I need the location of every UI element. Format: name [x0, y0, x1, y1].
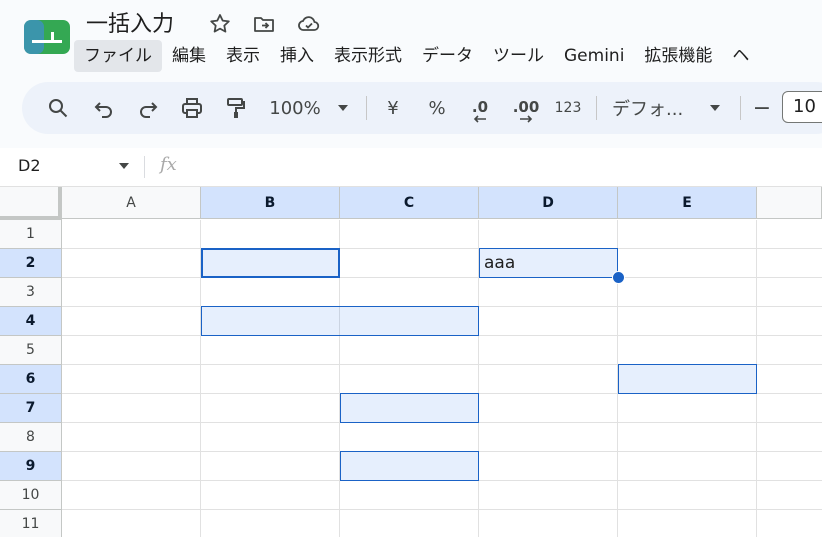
star-icon[interactable] [208, 12, 232, 36]
column-header-e[interactable]: E [618, 187, 757, 219]
move-folder-icon[interactable] [252, 12, 276, 36]
menu-format[interactable]: 表示形式 [324, 40, 412, 72]
row-header-2[interactable]: 2 [0, 249, 62, 278]
search-menu-button[interactable] [42, 82, 74, 134]
percent-button[interactable]: % [422, 82, 452, 134]
name-box[interactable]: D2 [18, 156, 41, 175]
sheet-grid: A B C D E 1 2 3 4 5 6 7 8 9 10 11 aaa [0, 187, 822, 537]
row-header-11[interactable]: 11 [0, 510, 62, 537]
percent-label: % [428, 97, 446, 119]
toolbar-divider [740, 96, 741, 120]
selection-b4-c4[interactable] [201, 306, 479, 336]
grid-row-line [62, 277, 822, 278]
name-box-dropdown-icon[interactable] [118, 162, 130, 170]
column-header-a[interactable]: A [62, 187, 201, 219]
doc-title[interactable]: 一括入力 [86, 6, 174, 38]
print-button[interactable] [176, 82, 208, 134]
undo-icon [94, 102, 112, 118]
row-header-7[interactable]: 7 [0, 394, 62, 423]
fx-icon: fx [160, 154, 177, 175]
row-header-1[interactable]: 1 [0, 220, 62, 249]
arrow-right-icon [520, 115, 533, 123]
selection-c7[interactable] [340, 393, 479, 423]
column-header-next[interactable] [757, 187, 822, 219]
decrease-decimal-label: .0 [471, 98, 489, 116]
cell-d2[interactable]: aaa [484, 253, 515, 273]
zoom-dropdown[interactable] [334, 82, 352, 134]
search-icon [49, 99, 68, 118]
font-family-value: デフォ... [612, 99, 684, 120]
column-header-c[interactable]: C [340, 187, 479, 219]
fill-handle[interactable] [612, 271, 625, 284]
font-size-input[interactable]: 10 [782, 91, 822, 123]
currency-label: ¥ [387, 97, 399, 119]
selection-e6[interactable] [618, 364, 757, 394]
number-format-button[interactable]: 123 [552, 82, 584, 134]
menu-data[interactable]: データ [412, 40, 483, 72]
row-header-6[interactable]: 6 [0, 365, 62, 394]
grid-row-line [62, 509, 822, 510]
arrow-left-icon [473, 115, 486, 123]
undo-button[interactable] [88, 82, 120, 134]
redo-icon [140, 102, 158, 118]
menu-edit[interactable]: 編集 [162, 40, 216, 72]
decrease-font-size-button[interactable]: − [750, 82, 774, 134]
menu-file[interactable]: ファイル [74, 40, 162, 72]
print-icon [182, 98, 202, 118]
menu-help[interactable]: ヘ [722, 40, 759, 72]
toolbar: 100% ¥ % .0 .00 123 デフォ... − 10 [22, 82, 822, 134]
formula-bar-divider [144, 156, 145, 178]
selection-c9[interactable] [340, 451, 479, 481]
caret-down-icon [338, 105, 348, 111]
grid-row-line [62, 248, 822, 249]
formula-bar: D2 fx [0, 148, 822, 187]
toolbar-divider [596, 96, 597, 120]
caret-down-icon [710, 105, 720, 111]
currency-button[interactable]: ¥ [378, 82, 408, 134]
paint-format-button[interactable] [220, 82, 252, 134]
row-header-5[interactable]: 5 [0, 336, 62, 365]
number-format-label: 123 [554, 100, 582, 116]
toolbar-divider [366, 96, 367, 120]
row-header-3[interactable]: 3 [0, 278, 62, 307]
row-header-10[interactable]: 10 [0, 481, 62, 510]
menu-gemini[interactable]: Gemini [554, 40, 634, 72]
minus-icon: − [752, 95, 772, 121]
paint-roller-icon [227, 98, 245, 118]
menubar: ファイル 編集 表示 挿入 表示形式 データ ツール Gemini 拡張機能 ヘ [74, 40, 759, 72]
menu-insert[interactable]: 挿入 [270, 40, 324, 72]
font-family-dropdown[interactable] [706, 82, 724, 134]
row-header-8[interactable]: 8 [0, 423, 62, 452]
menu-extensions[interactable]: 拡張機能 [634, 40, 722, 72]
sheets-logo[interactable] [24, 20, 70, 54]
menu-tools[interactable]: ツール [483, 40, 554, 72]
row-header-9[interactable]: 9 [0, 452, 62, 481]
active-cell-outline[interactable] [201, 248, 340, 278]
decrease-decimal-button[interactable]: .0 [462, 82, 498, 134]
zoom-value: 100% [269, 97, 321, 119]
cloud-saved-icon[interactable] [297, 12, 321, 36]
column-header-d[interactable]: D [479, 187, 618, 219]
zoom-select[interactable]: 100% [266, 82, 324, 134]
menu-view[interactable]: 表示 [216, 40, 270, 72]
row-header-4[interactable]: 4 [0, 307, 62, 336]
redo-button[interactable] [132, 82, 164, 134]
column-header-b[interactable]: B [201, 187, 340, 219]
increase-decimal-label: .00 [512, 98, 540, 116]
increase-decimal-button[interactable]: .00 [506, 82, 546, 134]
